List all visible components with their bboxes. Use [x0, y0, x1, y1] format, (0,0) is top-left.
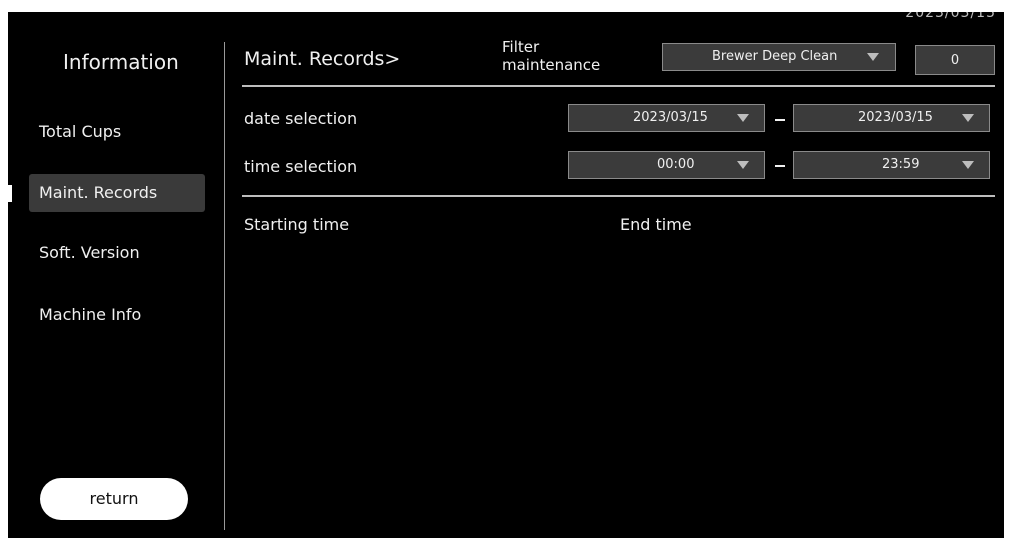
maintenance-type-value: Brewer Deep Clean: [712, 49, 838, 64]
sidebar-title: Information: [63, 50, 179, 74]
sidebar-divider: [224, 42, 225, 530]
sidebar-item-machine-info[interactable]: Machine Info: [29, 296, 205, 334]
sidebar-item-label: Machine Info: [39, 305, 142, 324]
record-count: 0: [915, 45, 995, 75]
date-to-value: 2023/03/15: [858, 110, 933, 125]
column-header-starting-time: Starting time: [244, 215, 350, 234]
time-from-dropdown[interactable]: 00:00: [568, 151, 765, 179]
range-dash: [775, 119, 785, 121]
sidebar-item-label: Total Cups: [39, 122, 122, 141]
sidebar-item-total-cups[interactable]: Total Cups: [29, 113, 205, 151]
chevron-down-icon: [737, 114, 749, 122]
header-divider: [242, 85, 995, 87]
filter-label-line2: maintenance: [502, 56, 601, 74]
chevron-down-icon: [962, 161, 974, 169]
date-to-dropdown[interactable]: 2023/03/15: [793, 104, 990, 132]
chevron-down-icon: [962, 114, 974, 122]
page-title: Maint. Records>: [244, 48, 401, 70]
sidebar-item-soft-version[interactable]: Soft. Version: [29, 234, 205, 272]
sidebar-item-label: Soft. Version: [39, 243, 140, 262]
clock-readout: 2023/03/15: [905, 12, 996, 21]
chevron-down-icon: [867, 53, 879, 61]
time-from-value: 00:00: [657, 157, 695, 172]
date-selection-label: date selection: [244, 109, 358, 128]
chevron-down-icon: [737, 161, 749, 169]
date-from-dropdown[interactable]: 2023/03/15: [568, 104, 765, 132]
time-to-value: 23:59: [882, 157, 920, 172]
active-item-marker: [8, 185, 12, 202]
time-selection-label: time selection: [244, 157, 358, 176]
return-button[interactable]: return: [40, 478, 188, 520]
range-dash: [775, 165, 785, 167]
time-to-dropdown[interactable]: 23:59: [793, 151, 990, 179]
date-from-value: 2023/03/15: [633, 110, 708, 125]
maintenance-records-screen: 2023/03/15 Information Total Cups Maint.…: [8, 12, 1004, 538]
column-header-end-time: End time: [620, 215, 692, 234]
sidebar-item-maint-records[interactable]: Maint. Records: [29, 174, 205, 212]
maintenance-type-dropdown[interactable]: Brewer Deep Clean: [662, 43, 896, 71]
filter-divider: [242, 195, 995, 197]
sidebar-item-label: Maint. Records: [39, 183, 158, 202]
filter-label: Filter maintenance: [502, 38, 622, 74]
filter-label-line1: Filter: [502, 38, 540, 56]
